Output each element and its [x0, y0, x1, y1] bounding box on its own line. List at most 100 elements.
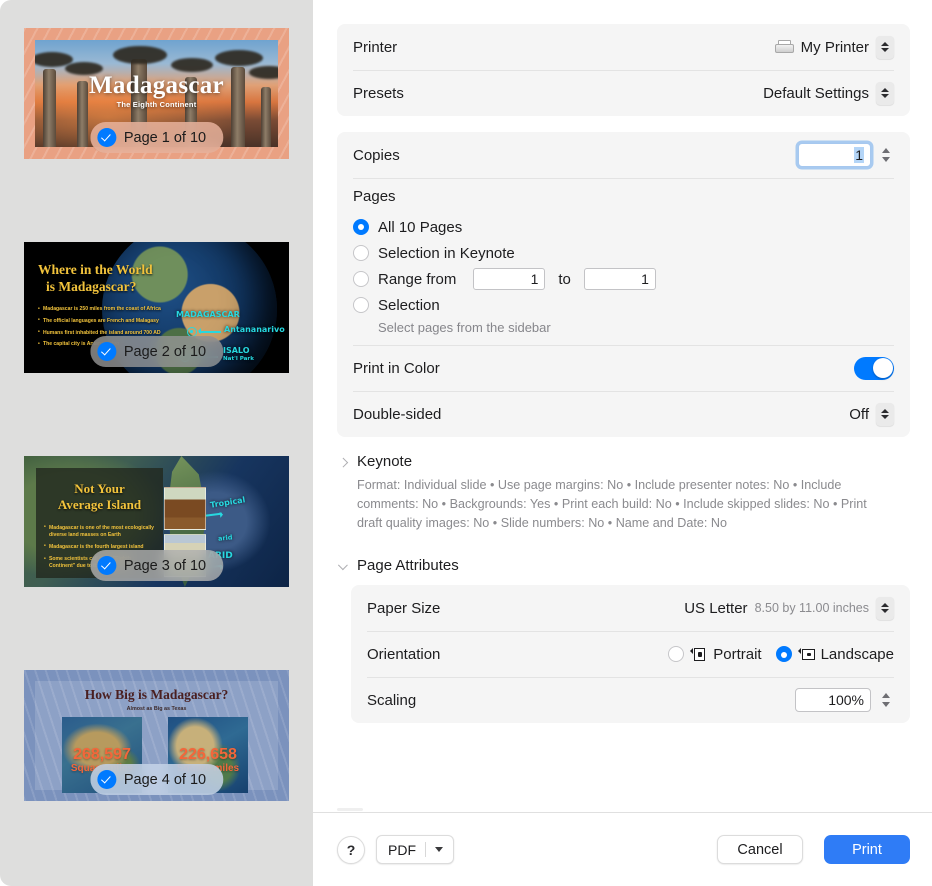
double-sided-popup[interactable]: Off: [849, 402, 894, 426]
print-options-group: Copies 1 Pages All 10 Pages Selection in…: [337, 132, 910, 437]
slide-thumbnail-3[interactable]: Not Your Average Island Madagascar is on…: [24, 456, 289, 587]
pages-row: Pages All 10 Pages Selection in Keynote …: [337, 178, 910, 345]
chevron-updown-icon[interactable]: [876, 81, 894, 105]
radio-selection-in-keynote[interactable]: Selection in Keynote: [353, 240, 894, 266]
slide-2-title: Where in the World is Madagascar?: [38, 262, 153, 294]
print-in-color-toggle[interactable]: [854, 356, 894, 380]
page-badge-label: Page 3 of 10: [123, 557, 207, 574]
page-badge-label: Page 1 of 10: [123, 129, 207, 146]
radio-range-from[interactable]: Range from 1 to 1: [353, 266, 894, 292]
slide-4-right-number: 226,658: [179, 746, 237, 763]
divider: [425, 842, 426, 857]
slide-1-canvas: Madagascar The Eighth Continent Page 1 o…: [24, 28, 289, 159]
slide-4-subtitle: Almost as Big as Texas: [126, 706, 187, 712]
double-sided-value: Off: [849, 405, 869, 423]
range-from-input[interactable]: 1: [473, 268, 546, 290]
page-badge-2[interactable]: Page 2 of 10: [89, 336, 224, 367]
paper-size-row[interactable]: Paper Size US Letter 8.50 by 11.00 inche…: [351, 585, 910, 631]
orientation-row: Orientation Portrait Landscape: [351, 631, 910, 677]
print-in-color-row[interactable]: Print in Color: [337, 345, 910, 391]
chevron-down-icon[interactable]: [339, 560, 349, 576]
pages-label: Pages: [353, 188, 396, 205]
slide-3-photo-tropical: [164, 487, 206, 530]
printer-group: Printer My Printer Presets Default Setti…: [337, 24, 910, 116]
selection-hint: Select pages from the sidebar: [378, 320, 551, 335]
printer-row[interactable]: Printer My Printer: [337, 24, 910, 70]
landscape-icon: [797, 647, 815, 662]
range-to-input[interactable]: 1: [583, 268, 656, 290]
pdf-menu-button[interactable]: PDF: [376, 835, 454, 864]
radio-indicator: [353, 219, 369, 235]
slide-4-canvas: How Big is Madagascar? Almost as Big as …: [24, 670, 289, 801]
page-thumbnail-sidebar[interactable]: Madagascar The Eighth Continent Page 1 o…: [0, 0, 313, 886]
page-attributes-group: Paper Size US Letter 8.50 by 11.00 inche…: [351, 585, 910, 724]
scaling-stepper[interactable]: [878, 687, 894, 713]
keynote-disclosure-header[interactable]: Keynote: [339, 453, 910, 472]
printer-label: Printer: [353, 38, 398, 56]
radio-indicator: [353, 245, 369, 261]
paper-size-popup[interactable]: US Letter 8.50 by 11.00 inches: [684, 596, 894, 620]
presets-popup[interactable]: Default Settings: [763, 81, 894, 105]
radio-indicator: [775, 646, 792, 663]
slide-2-canvas: Where in the World is Madagascar? Madaga…: [24, 242, 289, 373]
page-badge-1[interactable]: Page 1 of 10: [89, 122, 224, 153]
copies-label: Copies: [353, 146, 400, 164]
copies-stepper[interactable]: [878, 142, 894, 168]
page-card-2[interactable]: Where in the World is Madagascar? Madaga…: [24, 242, 289, 373]
paper-size-label: Paper Size: [367, 599, 441, 617]
radio-indicator: [353, 271, 369, 287]
print-button[interactable]: Print: [824, 835, 910, 864]
page-badge-3[interactable]: Page 3 of 10: [89, 550, 224, 581]
radio-all-pages[interactable]: All 10 Pages: [353, 214, 894, 240]
chevron-updown-icon[interactable]: [876, 402, 894, 426]
slide-thumbnail-2[interactable]: Where in the World is Madagascar? Madaga…: [24, 242, 289, 373]
page-badge-4[interactable]: Page 4 of 10: [89, 764, 224, 795]
scaling-input[interactable]: 100%: [795, 688, 871, 713]
copies-row[interactable]: Copies 1: [337, 132, 910, 178]
page-card-3[interactable]: Not Your Average Island Madagascar is on…: [24, 456, 289, 587]
slide-3-canvas: Not Your Average Island Madagascar is on…: [24, 456, 289, 587]
range-from-value: 1: [530, 271, 539, 287]
slide-2-annotation-isalo: ISALO: [223, 346, 250, 355]
checkmark-icon: [96, 556, 116, 575]
help-button[interactable]: ?: [337, 835, 365, 864]
slide-thumbnail-4[interactable]: How Big is Madagascar? Almost as Big as …: [24, 670, 289, 801]
page-card-1[interactable]: Madagascar The Eighth Continent Page 1 o…: [24, 28, 289, 159]
copies-input[interactable]: 1: [798, 143, 871, 167]
pdf-label: PDF: [388, 841, 416, 858]
scaling-row[interactable]: Scaling 100%: [351, 677, 910, 723]
orientation-portrait-label: Portrait: [713, 645, 762, 663]
radio-label: Range from: [378, 270, 457, 288]
orientation-landscape-option[interactable]: Landscape: [775, 646, 894, 663]
slide-1-subtitle: The Eighth Continent: [116, 100, 197, 109]
cancel-button[interactable]: Cancel: [717, 835, 803, 864]
radio-selection[interactable]: Selection: [353, 292, 894, 318]
printer-icon: [774, 40, 794, 54]
options-scroll-area[interactable]: Printer My Printer Presets Default Setti…: [313, 0, 932, 812]
printer-value: My Printer: [800, 38, 869, 56]
page-attributes-disclosure-header[interactable]: Page Attributes: [339, 557, 910, 576]
chevron-updown-icon[interactable]: [876, 596, 894, 620]
range-to-value: 1: [641, 271, 649, 287]
scaling-label: Scaling: [367, 691, 417, 709]
chevron-right-icon[interactable]: [339, 456, 349, 472]
double-sided-row[interactable]: Double-sided Off: [337, 391, 910, 437]
orientation-label: Orientation: [367, 645, 441, 663]
page-card-4[interactable]: How Big is Madagascar? Almost as Big as …: [24, 670, 289, 801]
scaling-value: 100%: [828, 692, 864, 709]
presets-row[interactable]: Presets Default Settings: [337, 70, 910, 116]
page-badge-label: Page 2 of 10: [123, 343, 207, 360]
printer-popup[interactable]: My Printer: [774, 35, 894, 59]
next-section-clipped-indicator: [337, 808, 363, 811]
presets-value: Default Settings: [763, 84, 869, 102]
paper-size-value: US Letter: [684, 599, 748, 617]
radio-label: All 10 Pages: [378, 218, 463, 236]
chevron-updown-icon[interactable]: [876, 35, 894, 59]
page-badge-label: Page 4 of 10: [123, 771, 207, 788]
checkmark-icon: [96, 128, 116, 147]
orientation-portrait-option[interactable]: Portrait: [668, 645, 762, 663]
slide-thumbnail-1[interactable]: Madagascar The Eighth Continent Page 1 o…: [24, 28, 289, 159]
double-sided-label: Double-sided: [353, 405, 442, 423]
slide-3-annotation-arid-small: arid: [217, 533, 233, 543]
slide-2-annotation-antananarivo: Antananarivo: [224, 325, 285, 334]
